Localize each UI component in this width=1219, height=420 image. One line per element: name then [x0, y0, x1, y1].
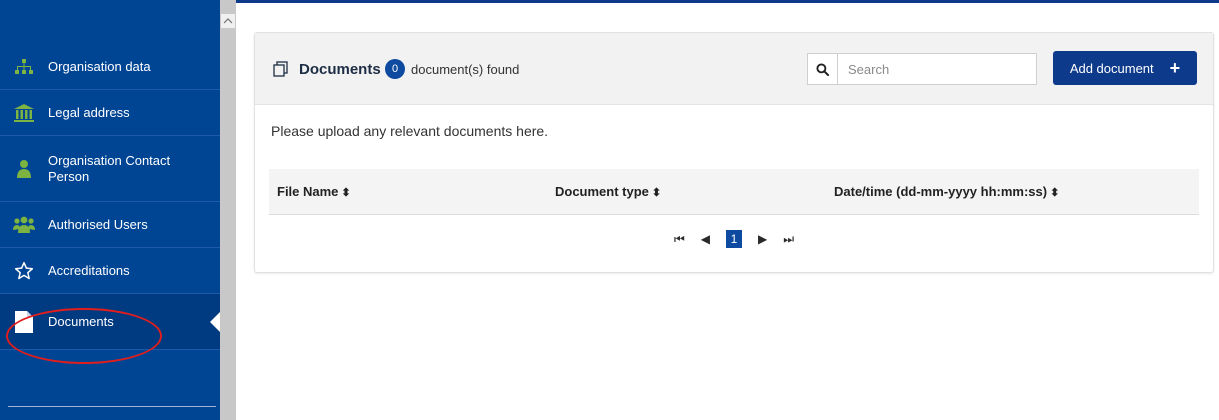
- add-document-label: Add document: [1069, 60, 1154, 76]
- column-header-document-type[interactable]: Document type ⬍: [555, 184, 661, 199]
- sort-icon: ⬍: [651, 187, 662, 199]
- scroll-up-arrow-icon[interactable]: [220, 13, 236, 29]
- star-outline-icon: [0, 261, 48, 281]
- documents-panel: Documents 0 document(s) found Add docume…: [254, 32, 1214, 273]
- sort-icon: ⬍: [341, 187, 351, 199]
- pagination: ⏮ ◀ 1 ▶ ⏭: [255, 229, 1213, 249]
- search-box: [807, 53, 1037, 85]
- sidebar-item-label: Organisation data: [48, 58, 151, 74]
- document-icon: [0, 310, 48, 333]
- last-page-icon[interactable]: ⏭: [783, 232, 794, 247]
- sidebar-item-label: Organisation Contact Person: [48, 152, 171, 184]
- sidebar-item-accreditations[interactable]: Accreditations: [0, 248, 220, 294]
- column-label: Date/time (dd-mm-yyyy hh:mm:ss): [834, 184, 1048, 199]
- sidebar-nav: Organisation data Legal address Organisa…: [0, 44, 220, 350]
- sidebar: Organisation data Legal address Organisa…: [0, 0, 220, 420]
- sidebar-divider: [8, 406, 216, 407]
- plus-icon: +: [1169, 58, 1181, 78]
- page-title: Documents: [299, 61, 381, 78]
- sidebar-item-authorised-users[interactable]: Authorised Users: [0, 202, 220, 248]
- documents-found-text: document(s) found: [411, 62, 520, 77]
- sidebar-item-legal-address[interactable]: Legal address: [0, 90, 220, 136]
- panel-header: Documents 0 document(s) found Add docume…: [255, 33, 1213, 105]
- sidebar-item-organisation-contact-person[interactable]: Organisation Contact Person: [0, 136, 220, 202]
- document-count-badge: 0: [385, 59, 405, 79]
- upload-instructions: Please upload any relevant documents her…: [271, 123, 549, 139]
- org-chart-icon: [0, 58, 48, 76]
- person-icon: [0, 159, 48, 179]
- sidebar-item-label: Authorised Users: [48, 216, 148, 232]
- column-label: File Name: [277, 184, 339, 199]
- first-page-icon[interactable]: ⏮: [674, 232, 685, 247]
- search-input[interactable]: [838, 54, 1036, 84]
- next-page-icon[interactable]: ▶: [758, 232, 767, 246]
- add-document-button[interactable]: Add document +: [1053, 51, 1197, 85]
- column-label: Document type: [555, 184, 649, 199]
- sidebar-item-documents[interactable]: Documents: [0, 294, 220, 350]
- bank-building-icon: [0, 103, 48, 123]
- previous-page-icon[interactable]: ◀: [701, 232, 710, 246]
- sidebar-item-organisation-data[interactable]: Organisation data: [0, 44, 220, 90]
- sidebar-item-label: Legal address: [48, 104, 130, 120]
- sidebar-scrollbar[interactable]: [220, 0, 236, 420]
- column-header-file-name[interactable]: File Name ⬍: [277, 184, 351, 199]
- documents-table-header: File Name ⬍ Document type ⬍ Date/time (dd-…: [269, 169, 1199, 215]
- column-header-date-time[interactable]: Date/time (dd-mm-yyyy hh:mm:ss) ⬍: [834, 184, 1059, 199]
- sort-icon: ⬍: [1050, 187, 1060, 199]
- sidebar-item-label: Accreditations: [48, 262, 130, 278]
- copy-documents-icon: [273, 61, 289, 82]
- app-root: Organisation data Legal address Organisa…: [0, 0, 1219, 420]
- current-page-button[interactable]: 1: [726, 230, 742, 248]
- search-icon[interactable]: [808, 54, 838, 84]
- sidebar-item-label: Documents: [48, 313, 114, 329]
- active-indicator: [210, 311, 220, 332]
- users-group-icon: [0, 216, 48, 234]
